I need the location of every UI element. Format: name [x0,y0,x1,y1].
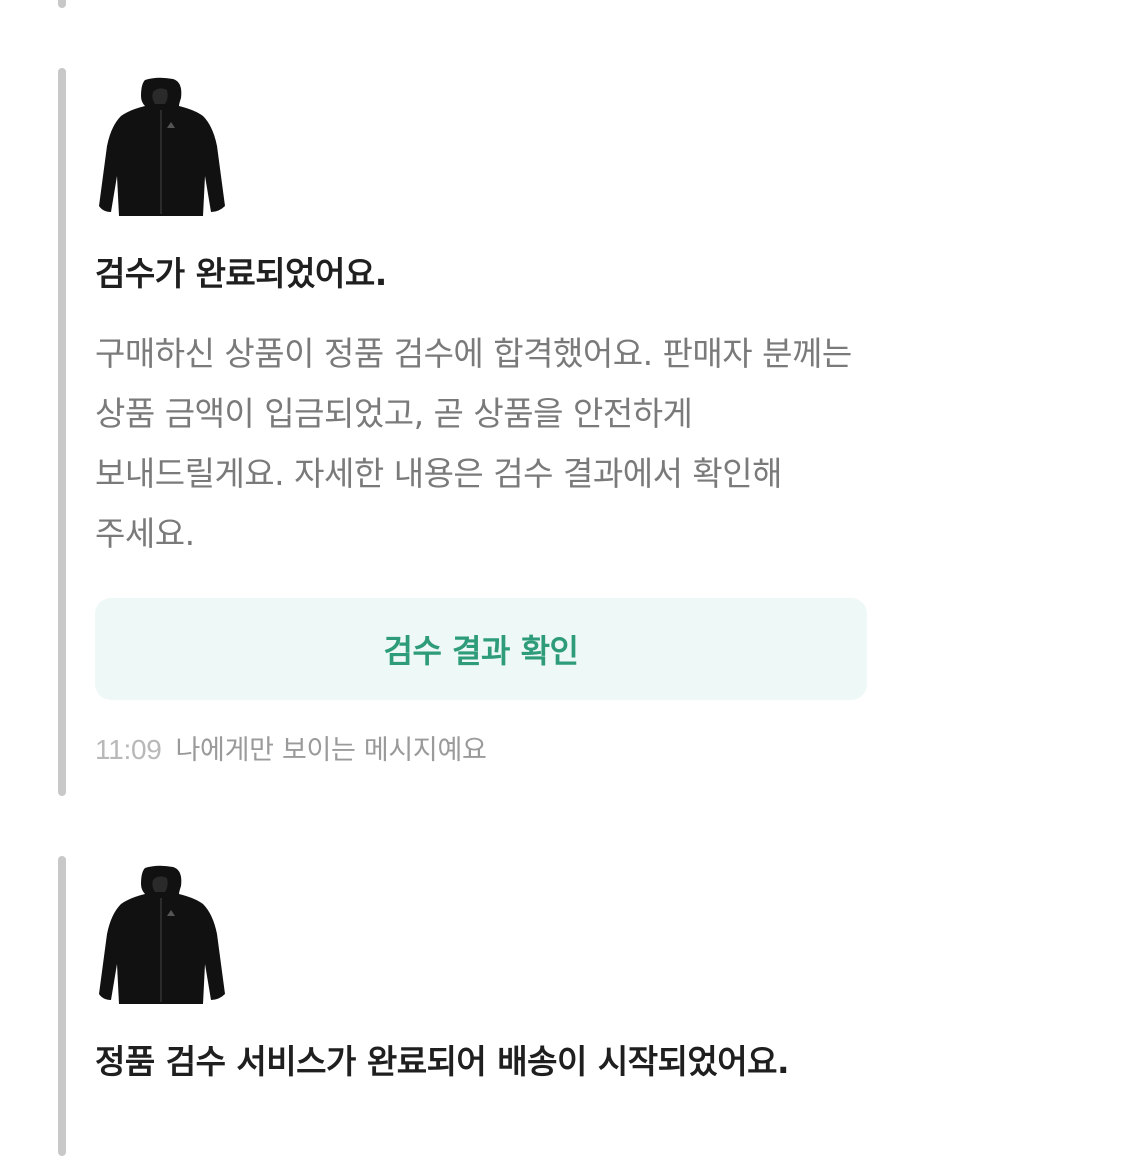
jacket-icon [99,77,225,216]
jacket-icon [99,865,225,1004]
message-time: 11:09 [95,734,162,765]
message-title: 정품 검수 서비스가 완료되어 배송이 시작되었어요. [95,1042,790,1081]
message-side-bar [58,68,66,796]
message-side-bar [58,0,66,8]
message-card: 검수가 완료되었어요. 구매하신 상품이 정품 검수에 합격했어요. 판매자 분… [95,76,867,767]
message-title: 검수가 완료되었어요. [95,254,387,293]
product-thumbnail[interactable] [95,864,227,1006]
view-inspection-result-button[interactable]: 검수 결과 확인 [95,598,867,700]
product-thumbnail[interactable] [95,76,227,218]
visibility-note: 나에게만 보이는 메시지예요 [175,735,487,766]
message-body: 구매하신 상품이 정품 검수에 합격했어요. 판매자 분께는 상품 금액이 입금… [95,334,852,553]
message-side-bar [58,856,66,1156]
message-card: 정품 검수 서비스가 완료되어 배송이 시작되었어요. [95,864,867,1090]
message-meta: 11:09 나에게만 보이는 메시지예요 [95,728,867,767]
